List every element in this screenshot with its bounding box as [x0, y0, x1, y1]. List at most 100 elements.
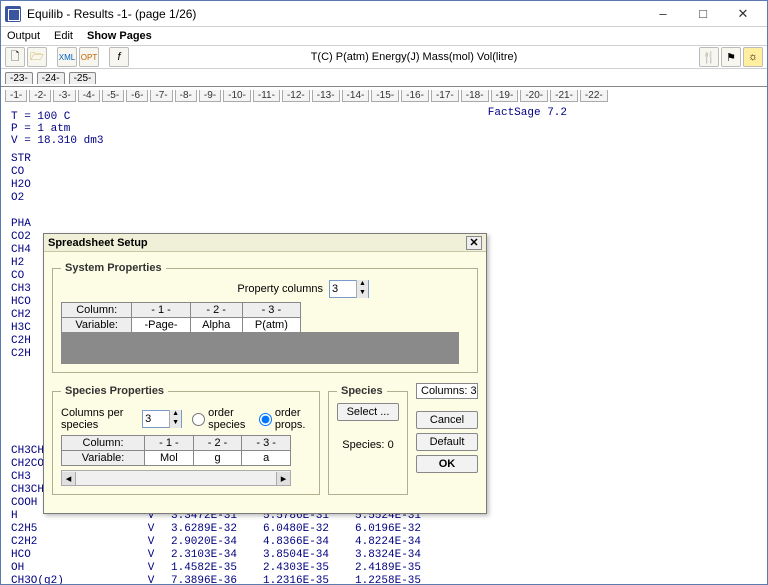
- new-icon[interactable]: 🗋: [5, 47, 25, 67]
- dialog-title-bar: Spreadsheet Setup ✕: [44, 234, 486, 252]
- tool-flag-icon[interactable]: ⚑: [721, 47, 741, 67]
- menu-show-pages[interactable]: Show Pages: [87, 30, 152, 42]
- open-icon[interactable]: 🗁: [27, 47, 47, 67]
- tab-24[interactable]: -24-: [37, 72, 65, 84]
- species-count: Species: 0: [337, 439, 399, 451]
- menu-output[interactable]: Output: [7, 30, 40, 42]
- default-button[interactable]: Default: [416, 433, 478, 451]
- tab-11[interactable]: -11-: [253, 90, 280, 102]
- data-row: CH3O(g2)V7.3896E-361.2316E-351.2258E-35: [11, 575, 447, 584]
- property-columns-spinner[interactable]: ▲▼: [329, 280, 369, 298]
- tab-7[interactable]: -7-: [150, 90, 172, 102]
- species-group: Species Select ... Species: 0: [328, 385, 408, 495]
- close-button[interactable]: ✕: [723, 3, 763, 25]
- spec-var3[interactable]: a: [242, 451, 291, 466]
- tab-18[interactable]: -18-: [461, 90, 489, 102]
- sys-var3[interactable]: P(atm): [242, 318, 300, 333]
- system-properties-legend: System Properties: [61, 262, 166, 274]
- spec-var2[interactable]: g: [193, 451, 242, 466]
- sys-var2[interactable]: Alpha: [190, 318, 242, 333]
- sys-col3[interactable]: - 3 -: [242, 303, 300, 318]
- data-row: C2H5V3.6289E-326.0480E-326.0196E-32: [11, 523, 447, 536]
- cols-per-species-spinner[interactable]: ▲▼: [142, 410, 182, 428]
- tab-4[interactable]: -4-: [78, 90, 100, 102]
- cols-per-species-label: Columns per species: [61, 407, 132, 431]
- species-hscrollbar[interactable]: ◂ ▸: [61, 470, 291, 486]
- tab-6[interactable]: -6-: [126, 90, 148, 102]
- tab-13[interactable]: -13-: [312, 90, 340, 102]
- tool-fork-icon[interactable]: 🍴: [699, 47, 719, 67]
- sys-var-header: Variable:: [62, 318, 132, 333]
- app-icon: [5, 6, 21, 22]
- spec-col3[interactable]: - 3 -: [242, 436, 291, 451]
- columns-indicator: Columns: 3: [416, 383, 478, 399]
- spec-col-header: Column:: [62, 436, 145, 451]
- tab-22[interactable]: -22-: [580, 90, 608, 102]
- units-label: T(C) P(atm) Energy(J) Mass(mol) Vol(litr…: [131, 51, 697, 63]
- window-title: Equilib - Results -1- (page 1/26): [27, 7, 196, 21]
- sys-col1[interactable]: - 1 -: [132, 303, 190, 318]
- sys-col2[interactable]: - 2 -: [190, 303, 242, 318]
- tool-sun-icon[interactable]: ☼: [743, 47, 763, 67]
- scroll-right-icon[interactable]: ▸: [276, 472, 290, 485]
- minimize-button[interactable]: –: [643, 3, 683, 25]
- tab-5[interactable]: -5-: [102, 90, 124, 102]
- maximize-button[interactable]: □: [683, 3, 723, 25]
- toolbar: 🗋 🗁 XML OPT f T(C) P(atm) Energy(J) Mass…: [1, 45, 767, 69]
- tab-17[interactable]: -17-: [431, 90, 459, 102]
- tool-opt-icon[interactable]: OPT: [79, 47, 99, 67]
- tab-9[interactable]: -9-: [199, 90, 221, 102]
- species-properties-group: Species Properties Columns per species ▲…: [52, 385, 320, 495]
- tab-3[interactable]: -3-: [53, 90, 75, 102]
- tool-xml-icon[interactable]: XML: [57, 47, 77, 67]
- cancel-button[interactable]: Cancel: [416, 411, 478, 429]
- tab-2[interactable]: -2-: [29, 90, 51, 102]
- order-species-radio[interactable]: order species: [192, 407, 249, 431]
- sys-var1[interactable]: -Page-: [132, 318, 190, 333]
- data-row: C2H2V2.9020E-344.8366E-344.8224E-34: [11, 536, 447, 549]
- window-buttons: – □ ✕: [643, 3, 763, 25]
- tab-12[interactable]: -12-: [282, 90, 310, 102]
- page-tabs-lower: -1--2--3--4--5--6--7--8--9--10--11--12--…: [1, 87, 767, 105]
- tab-8[interactable]: -8-: [175, 90, 197, 102]
- spinner-down-icon[interactable]: ▼: [356, 289, 368, 298]
- cols-per-species-input[interactable]: [143, 413, 169, 425]
- scroll-left-icon[interactable]: ◂: [62, 472, 76, 485]
- tab-1[interactable]: -1-: [5, 90, 27, 102]
- tab-21[interactable]: -21-: [550, 90, 578, 102]
- spec-col1[interactable]: - 1 -: [145, 436, 194, 451]
- menu-edit[interactable]: Edit: [54, 30, 73, 42]
- species-properties-table: Column: - 1 - - 2 - - 3 - Variable: Mol …: [61, 435, 291, 466]
- dialog-button-column: Columns: 3 Cancel Default OK: [416, 383, 478, 503]
- system-properties-table: Column: - 1 - - 2 - - 3 - Variable: -Pag…: [61, 302, 301, 333]
- select-species-button[interactable]: Select ...: [337, 403, 399, 421]
- menu-bar: Output Edit Show Pages: [1, 27, 767, 45]
- species-legend: Species: [337, 385, 387, 397]
- tab-10[interactable]: -10-: [223, 90, 251, 102]
- tab-25[interactable]: -25-: [69, 72, 97, 84]
- dialog-title: Spreadsheet Setup: [48, 237, 148, 249]
- dialog-close-button[interactable]: ✕: [466, 236, 482, 250]
- ok-button[interactable]: OK: [416, 455, 478, 473]
- property-columns-input[interactable]: [330, 283, 356, 295]
- spec-var-header: Variable:: [62, 451, 145, 466]
- tab-16[interactable]: -16-: [401, 90, 429, 102]
- spinner-down-icon[interactable]: ▼: [169, 419, 181, 428]
- spreadsheet-setup-dialog: Spreadsheet Setup ✕ System Properties Pr…: [43, 233, 487, 514]
- tab-23[interactable]: -23-: [5, 72, 33, 84]
- tab-19[interactable]: -19-: [491, 90, 519, 102]
- spinner-up-icon[interactable]: ▲: [356, 280, 368, 289]
- factsage-version: FactSage 7.2: [488, 107, 567, 119]
- tab-14[interactable]: -14-: [342, 90, 370, 102]
- tab-20[interactable]: -20-: [520, 90, 548, 102]
- spec-var1[interactable]: Mol: [145, 451, 194, 466]
- sys-col-header: Column:: [62, 303, 132, 318]
- spec-col2[interactable]: - 2 -: [193, 436, 242, 451]
- spinner-up-icon[interactable]: ▲: [169, 410, 181, 419]
- tab-15[interactable]: -15-: [371, 90, 399, 102]
- order-props-radio[interactable]: order props.: [259, 407, 311, 431]
- app-window: Equilib - Results -1- (page 1/26) – □ ✕ …: [0, 0, 768, 585]
- title-bar: Equilib - Results -1- (page 1/26) – □ ✕: [1, 1, 767, 27]
- tool-fn-icon[interactable]: f: [109, 47, 129, 67]
- page-tabs-upper: -23- -24- -25-: [1, 69, 767, 87]
